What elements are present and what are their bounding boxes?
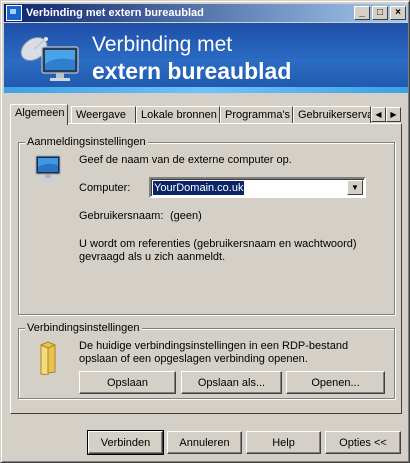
tab-panel-algemeen: Aanmeldingsinstellingen Geef de naam van…: [10, 123, 402, 414]
connect-button-label: Verbinden: [100, 436, 151, 449]
username-value: (geen): [170, 210, 202, 222]
title-bar[interactable]: Verbinding met extern bureaublad _ □ ×: [4, 4, 408, 22]
banner-stripe: [4, 87, 408, 93]
open-button-label: Openen...: [311, 376, 360, 389]
cancel-button-label: Annuleren: [179, 436, 230, 449]
save-as-button-label: Opslaan als...: [197, 376, 266, 389]
minimize-button[interactable]: _: [354, 6, 370, 20]
options-button-label: Opties <<: [339, 436, 387, 449]
logon-settings-group: Aanmeldingsinstellingen Geef de naam van…: [18, 136, 395, 315]
instruction-text: Geef de naam van de externe computer op.: [79, 154, 292, 166]
credentials-text-line1: U wordt om referenties (gebruikersnaam e…: [79, 238, 357, 250]
save-as-button[interactable]: Opslaan als...: [181, 371, 282, 394]
help-button-label: Help: [272, 436, 295, 449]
tab-algemeen[interactable]: Algemeen: [10, 104, 68, 125]
computer-satellite-icon: [20, 37, 79, 81]
folder-icon: [40, 341, 56, 375]
banner-title-line2: extern bureaublad: [92, 58, 292, 84]
save-button-label: Opslaan: [107, 376, 148, 389]
credentials-text-line2: gevraagd als u zich aanmeldt.: [79, 251, 226, 263]
options-button[interactable]: Opties <<: [325, 431, 401, 454]
open-button[interactable]: Openen...: [286, 371, 385, 394]
connect-button[interactable]: Verbinden: [87, 430, 164, 455]
save-button[interactable]: Opslaan: [79, 371, 176, 394]
help-button[interactable]: Help: [246, 431, 321, 454]
computer-combobox[interactable]: YourDomain.co.uk ▼: [149, 177, 366, 198]
header-banner: Verbinding met extern bureaublad: [4, 23, 408, 93]
connection-settings-group: Verbindingsinstellingen De huidige verbi…: [18, 322, 395, 399]
remote-desktop-window: Verbinding met extern bureaublad _ □ × V…: [0, 0, 410, 463]
connection-text-line1: De huidige verbindingsinstellingen in ee…: [79, 340, 349, 352]
cancel-button[interactable]: Annuleren: [167, 431, 242, 454]
window-title: Verbinding met extern bureaublad: [26, 7, 204, 19]
tab-programmas[interactable]: Programma's: [220, 106, 293, 124]
maximize-button[interactable]: □: [372, 6, 388, 20]
connection-settings-label: Verbindingsinstellingen: [25, 322, 142, 334]
computer-value[interactable]: YourDomain.co.uk: [153, 181, 245, 195]
computer-label: Computer:: [79, 182, 131, 194]
username-label: Gebruikersnaam:: [79, 210, 164, 222]
chevron-down-icon[interactable]: ▼: [347, 180, 363, 195]
logon-settings-label: Aanmeldingsinstellingen: [25, 136, 148, 148]
tab-scroll-right-button[interactable]: ▶: [386, 107, 401, 122]
computer-icon: [35, 155, 61, 181]
tab-scroll-left-button[interactable]: ◀: [371, 107, 386, 122]
banner-title-line1: Verbinding met: [92, 33, 233, 56]
tab-weergave[interactable]: Weergave: [71, 106, 136, 124]
tab-lokale-bronnen[interactable]: Lokale bronnen: [136, 106, 220, 124]
connection-text-line2: opslaan of een opgeslagen verbinding ope…: [79, 353, 308, 365]
tab-strip: Algemeen Weergave Lokale bronnen Program…: [10, 104, 402, 125]
close-button[interactable]: ×: [390, 6, 406, 20]
tab-gebruikerservaring[interactable]: Gebruikerserva: [293, 106, 371, 124]
remote-desktop-icon: [6, 5, 22, 21]
